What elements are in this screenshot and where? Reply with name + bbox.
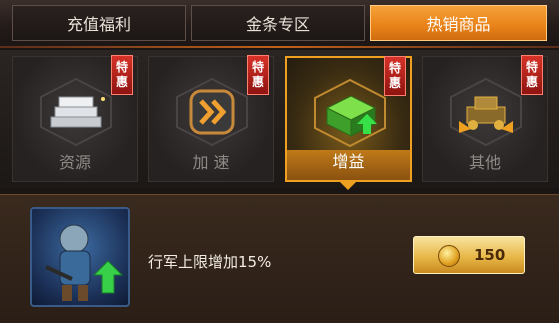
category-other[interactable]: 其他 特惠	[422, 55, 548, 182]
category-buffs[interactable]: 增益 特惠	[285, 56, 412, 182]
soldier-upgrade-icon	[45, 224, 124, 301]
green-crate-icon	[314, 78, 386, 148]
item-price: 150	[474, 246, 506, 264]
category-resources[interactable]: 资源 特惠	[12, 55, 138, 182]
tab-divider	[0, 46, 559, 48]
gold-machine-icon	[450, 77, 522, 147]
speed-chevron-icon	[176, 77, 248, 147]
sale-badge: 特惠	[111, 55, 133, 95]
buy-button[interactable]: 150	[413, 236, 525, 274]
tab-recharge-bonus[interactable]: 充值福利	[12, 5, 186, 41]
category-label: 增益	[332, 152, 365, 171]
item-description: 行军上限增加15%	[148, 253, 272, 271]
category-label: 加 速	[192, 153, 230, 172]
sale-badge: 特惠	[247, 55, 269, 95]
category-row: 资源 特惠 加 速 特惠 增益 特惠 其他 特 惠	[0, 50, 559, 188]
category-label: 资源	[58, 153, 91, 172]
tab-gold-bar-zone[interactable]: 金条专区	[191, 5, 365, 41]
category-label: 其他	[468, 153, 501, 172]
item-thumbnail	[30, 207, 130, 307]
tab-hot-items[interactable]: 热销商品	[370, 5, 547, 41]
top-tab-bar: 充值福利 金条专区 热销商品	[0, 0, 559, 48]
sale-badge: 特惠	[521, 55, 543, 95]
category-speedup[interactable]: 加 速 特惠	[148, 55, 274, 182]
selection-pointer	[338, 180, 358, 190]
sale-badge: 特惠	[384, 56, 406, 96]
gold-coin-icon	[438, 245, 460, 267]
silver-bars-icon	[40, 77, 112, 147]
